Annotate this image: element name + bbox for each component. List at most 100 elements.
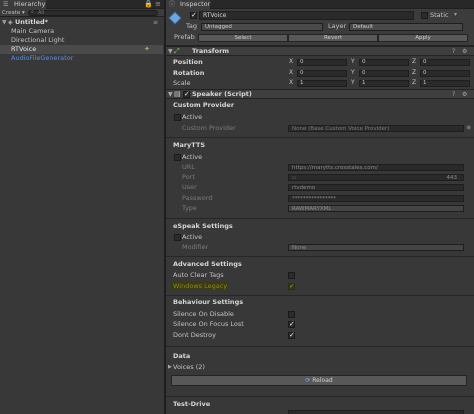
hierarchy-item[interactable]: Main Camera [0, 27, 163, 36]
scene-row[interactable]: ▼ ◈ Untitled* ≡ [0, 18, 163, 27]
transform-row-scale: Scale X 1 Y 1 Z 1 [166, 78, 474, 88]
scale-y-field[interactable]: 1 [359, 80, 409, 87]
marytts-active-label: Active [182, 153, 203, 161]
create-dropdown[interactable]: Create ▾ [2, 9, 25, 17]
z-label: Z [412, 69, 417, 76]
marytts-password-label: Password [182, 194, 213, 202]
create-label: Create [2, 10, 21, 16]
data-header: Data [173, 352, 191, 360]
position-y-field[interactable]: 0 [359, 59, 409, 66]
marytts-url-field[interactable]: https://marytts.crosstales.com/ [288, 164, 464, 171]
settings-gear-icon[interactable]: ⚙ [462, 90, 467, 99]
x-label: X [289, 69, 294, 76]
silence-on-disable-checkbox[interactable] [288, 311, 295, 318]
marytts-password-field[interactable]: **************** [288, 195, 464, 202]
fold-down-icon: ▼ [168, 48, 173, 55]
settings-gear-icon[interactable]: ⚙ [462, 47, 467, 56]
marytts-type-dropdown[interactable]: RAWMARYXML [288, 205, 464, 212]
section-divider [166, 218, 474, 219]
marytts-active-checkbox[interactable] [174, 154, 181, 161]
scale-z-field[interactable]: 1 [420, 80, 470, 87]
position-z-field[interactable]: 0 [420, 59, 470, 66]
prefab-select-button[interactable]: Select [198, 34, 288, 42]
static-dropdown-icon[interactable]: ▾ [454, 11, 457, 18]
hierarchy-lock-icon[interactable]: 🔒 [144, 0, 153, 8]
transform-row-rotation: Rotation X 0 Y 0 Z 0 [166, 68, 474, 78]
marytts-user-label: User [182, 183, 197, 191]
position-label: Position [173, 58, 203, 66]
object-active-checkbox[interactable] [190, 11, 197, 19]
test-drive-text-field[interactable] [288, 410, 464, 414]
prefab-apply-button[interactable]: Apply [378, 34, 468, 42]
layer-dropdown[interactable]: Default [349, 23, 463, 31]
z-label: Z [412, 79, 417, 86]
object-picker-icon[interactable]: ◉ [466, 124, 471, 131]
static-label: Static [430, 11, 449, 19]
help-icon[interactable]: ? [452, 90, 455, 99]
transform-title: Transform [192, 47, 230, 55]
hierarchy-item-label: AudioFileGenerator [11, 54, 74, 62]
hierarchy-item[interactable]: AudioFileGenerator [0, 54, 163, 63]
help-icon[interactable]: ? [452, 47, 455, 56]
hierarchy-panel: ☰ Hierarchy 🔒 ≡ Create ▾ ⌕ All ▼ ◈ Untit… [0, 0, 164, 414]
hierarchy-item-label: Directional Light [11, 36, 65, 44]
hierarchy-tab-label: Hierarchy [14, 0, 46, 8]
scene-menu-icon[interactable]: ≡ [153, 18, 158, 27]
espeak-active-checkbox[interactable] [174, 234, 181, 241]
silence-on-focus-lost-checkbox[interactable] [288, 320, 295, 328]
hierarchy-item-selected[interactable]: RTVoice ✦ [0, 45, 163, 54]
windows-legacy-checkbox[interactable] [288, 282, 295, 290]
object-name-field[interactable]: RTVoice [199, 11, 414, 20]
transform-row-position: Position X 0 Y 0 Z 0 [166, 57, 474, 67]
hierarchy-item-label: Main Camera [11, 27, 55, 35]
espeak-modifier-label: Modifier [182, 243, 209, 251]
hierarchy-item-label: RTVoice [11, 45, 37, 53]
scene-name: Untitled* [15, 18, 49, 26]
auto-clear-tags-label: Auto Clear Tags [173, 271, 224, 279]
static-checkbox[interactable] [421, 12, 428, 19]
espeak-header: eSpeak Settings [173, 222, 233, 230]
scale-x-field[interactable]: 1 [297, 80, 347, 87]
rotation-y-field[interactable]: 0 [359, 70, 409, 77]
section-divider [166, 396, 474, 397]
dont-destroy-checkbox[interactable] [288, 331, 295, 339]
chevron-down-icon: ▾ [22, 10, 25, 16]
custom-provider-object-field[interactable]: None (Base Custom Voice Provider) [288, 125, 464, 132]
auto-clear-tags-checkbox[interactable] [288, 272, 295, 279]
espeak-active-label: Active [182, 233, 203, 241]
hierarchy-item[interactable]: Directional Light [0, 36, 163, 45]
hierarchy-search-input[interactable]: ⌕ All [28, 9, 158, 16]
inspector-tab-icon: ⓘ [169, 1, 176, 8]
scale-label: Scale [173, 79, 191, 87]
rotation-z-field[interactable]: 0 [420, 70, 470, 77]
inspector-tab[interactable]: ⓘ Inspector [166, 0, 210, 9]
voices-label: Voices (2) [173, 363, 205, 371]
test-drive-header: Test-Drive [173, 400, 211, 408]
reload-button[interactable]: ⟳ Reload [171, 375, 467, 386]
fold-down-icon: ▼ [168, 91, 173, 98]
rotation-x-field[interactable]: 0 [297, 70, 347, 77]
inspector-tab-label: Inspector [180, 0, 211, 8]
speaker-script-header[interactable]: ▼ ▤ Speaker (Script) ? ⚙ [166, 89, 474, 99]
marytts-port-label: Port [182, 173, 195, 181]
espeak-modifier-dropdown[interactable]: None [288, 244, 464, 251]
custom-provider-active-checkbox[interactable] [174, 114, 181, 121]
x-label: X [289, 58, 294, 65]
tag-dropdown[interactable]: Untagged [201, 23, 323, 31]
voices-foldout[interactable]: ▶ Voices (2) [166, 363, 286, 372]
position-x-field[interactable]: 0 [297, 59, 347, 66]
marytts-header: MaryTTS [173, 141, 205, 149]
prefab-revert-button[interactable]: Revert [288, 34, 378, 42]
section-divider [166, 295, 474, 296]
speaker-enabled-checkbox[interactable] [183, 90, 190, 98]
transform-header[interactable]: ▼ ⤢ Transform ? ⚙ [166, 46, 474, 56]
marytts-port-field[interactable]: ▫ 443 [288, 174, 464, 181]
hierarchy-menu-icon[interactable]: ≡ [155, 0, 161, 8]
x-label: X [289, 79, 294, 86]
hierarchy-tab[interactable]: ☰ Hierarchy [0, 0, 46, 9]
transform-icon: ⤢ [174, 47, 180, 55]
marytts-user-field[interactable]: rtvdemo [288, 184, 464, 191]
scene-icon: ◈ [8, 19, 13, 26]
tag-label: Tag [186, 22, 198, 30]
layer-label: Layer [328, 22, 347, 30]
